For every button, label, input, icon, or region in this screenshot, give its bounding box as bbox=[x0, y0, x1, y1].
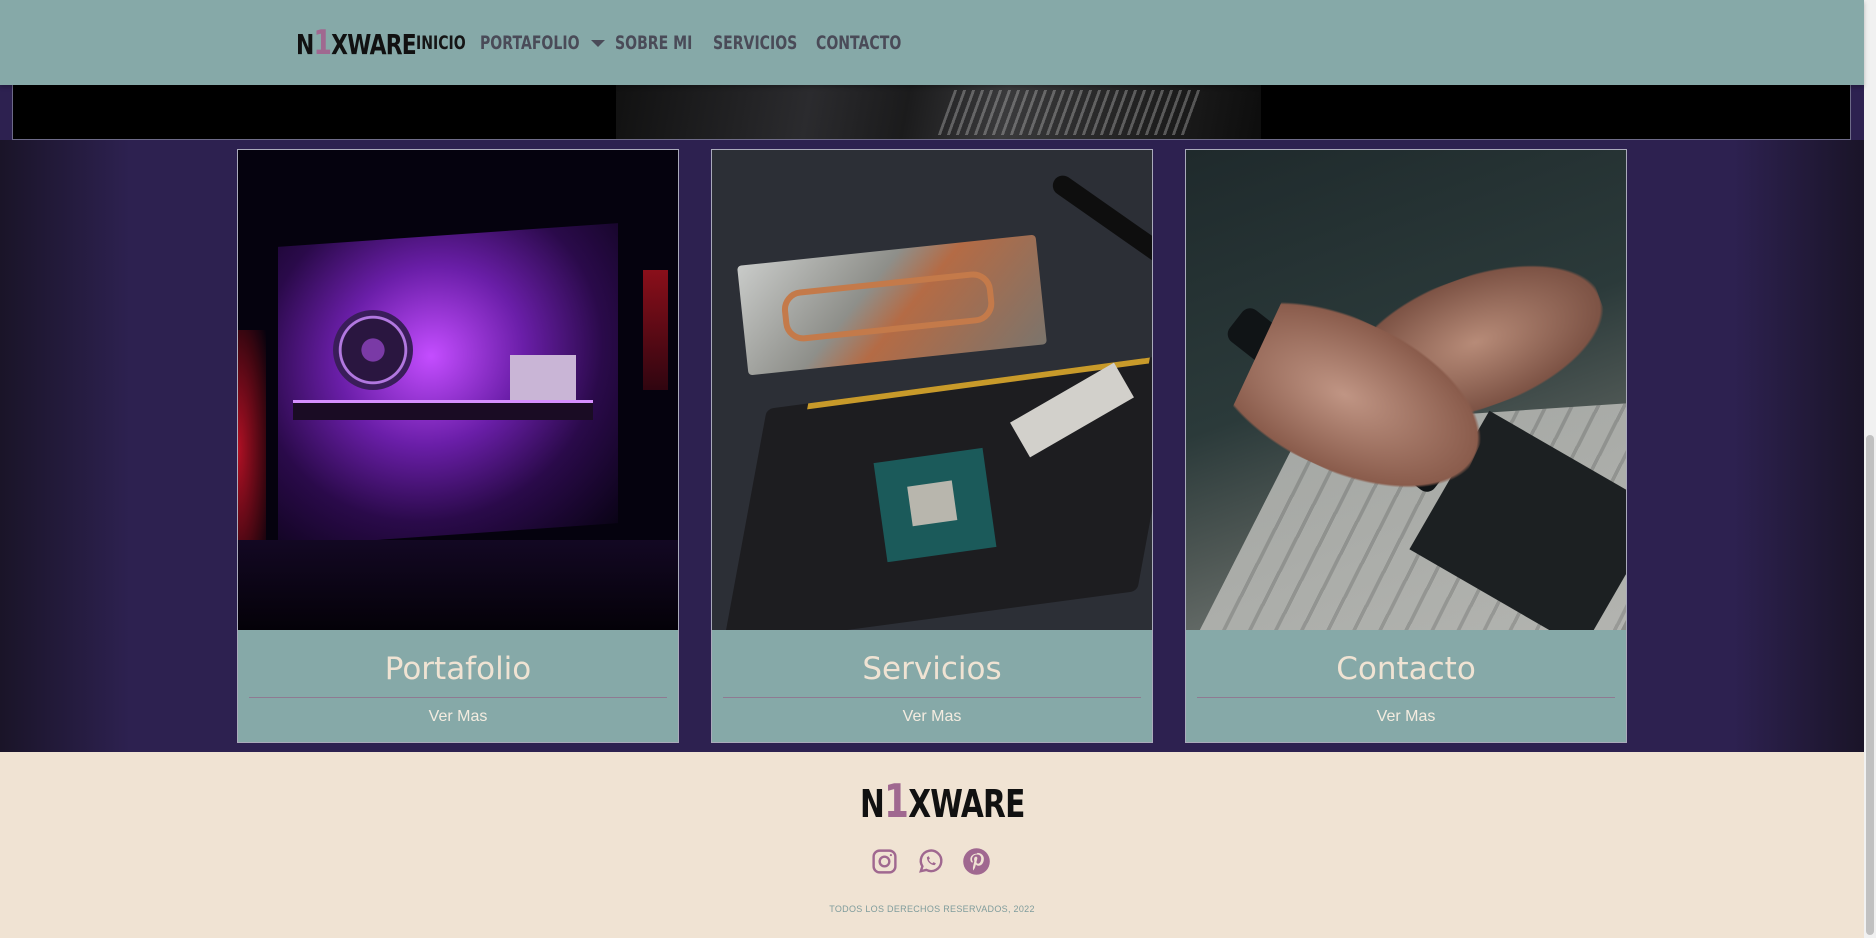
card-divider bbox=[249, 697, 667, 698]
nav-item-inicio[interactable]: INICIO bbox=[416, 32, 466, 54]
social-links bbox=[870, 847, 991, 876]
whatsapp-icon[interactable] bbox=[916, 847, 945, 876]
nav-item-servicios[interactable]: SERVICIOS bbox=[713, 32, 802, 54]
top-navbar: N 1 XWARE INICIO PORTAFOLIO SOBRE MI SER… bbox=[0, 0, 1864, 85]
nav-links: INICIO PORTAFOLIO SOBRE MI SERVICIOS CON… bbox=[416, 32, 920, 54]
nav-link-label: INICIO bbox=[416, 31, 466, 54]
pc-box bbox=[510, 355, 576, 400]
card-image-graphics-card bbox=[712, 150, 1152, 630]
card-title: Contacto bbox=[1336, 651, 1476, 687]
card-divider bbox=[1197, 697, 1615, 698]
gpu-heatsink bbox=[737, 234, 1047, 376]
card-image-smartphone bbox=[1186, 150, 1626, 630]
card-title: Portafolio bbox=[384, 651, 532, 687]
page-scrollbar[interactable] bbox=[1864, 0, 1876, 938]
pinterest-icon[interactable] bbox=[962, 847, 991, 876]
ver-mas-link[interactable]: Ver Mas bbox=[1186, 708, 1626, 726]
brand-prefix: N bbox=[296, 27, 314, 61]
brand-suffix: XWARE bbox=[331, 27, 416, 61]
ver-mas-link[interactable]: Ver Mas bbox=[712, 708, 1152, 726]
card-contacto[interactable]: Contacto Ver Mas bbox=[1185, 149, 1627, 743]
brand-accent: 1 bbox=[313, 22, 332, 63]
copyright-text: TODOS LOS DERECHOS RESERVADOS, 2022 bbox=[829, 904, 1035, 914]
nav-link-label: CONTACTO bbox=[816, 31, 902, 54]
card-portafolio[interactable]: Portafolio Ver Mas bbox=[237, 149, 679, 743]
gpu-pen bbox=[1048, 171, 1152, 269]
brand-logo[interactable]: N 1 XWARE bbox=[296, 22, 417, 63]
nav-item-sobre-mi[interactable]: SOBRE MI bbox=[615, 32, 699, 54]
pc-red-light bbox=[238, 330, 266, 570]
card-body: Portafolio Ver Mas bbox=[238, 631, 678, 742]
pc-gpu bbox=[293, 400, 593, 420]
footer: N1XWARE TODOS LOS DERECHOS RESERVADOS, 2… bbox=[0, 752, 1864, 938]
card-body: Contacto Ver Mas bbox=[1186, 631, 1626, 742]
ver-mas-link[interactable]: Ver Mas bbox=[238, 708, 678, 726]
scrollbar-thumb[interactable] bbox=[1866, 435, 1874, 935]
nav-link-label: PORTAFOLIO bbox=[480, 31, 580, 54]
chevron-down-icon bbox=[590, 40, 605, 47]
nav-item-contacto[interactable]: CONTACTO bbox=[816, 32, 906, 54]
pc-fan bbox=[333, 310, 413, 390]
card-servicios[interactable]: Servicios Ver Mas bbox=[711, 149, 1153, 743]
pc-floor bbox=[238, 540, 678, 630]
brand-prefix: N bbox=[860, 782, 885, 826]
instagram-icon[interactable] bbox=[870, 847, 899, 876]
brand-accent: 1 bbox=[884, 774, 909, 828]
pc-red-strip bbox=[643, 270, 668, 390]
brand-suffix: XWARE bbox=[908, 782, 1025, 826]
card-title: Servicios bbox=[862, 651, 1002, 687]
side-shadow-left bbox=[0, 140, 130, 752]
side-shadow-right bbox=[1734, 140, 1864, 752]
nav-item-portafolio[interactable]: PORTAFOLIO bbox=[480, 31, 605, 54]
card-body: Servicios Ver Mas bbox=[712, 631, 1152, 742]
footer-brand-logo[interactable]: N1XWARE bbox=[860, 774, 1025, 828]
nav-link-label: SOBRE MI bbox=[615, 31, 693, 54]
gpu-chip bbox=[873, 447, 997, 563]
card-divider bbox=[723, 697, 1141, 698]
hero-carousel bbox=[12, 85, 1851, 140]
card-image-gaming-pc bbox=[238, 150, 678, 630]
hero-image bbox=[616, 85, 1261, 139]
nav-link-label: SERVICIOS bbox=[713, 31, 798, 54]
